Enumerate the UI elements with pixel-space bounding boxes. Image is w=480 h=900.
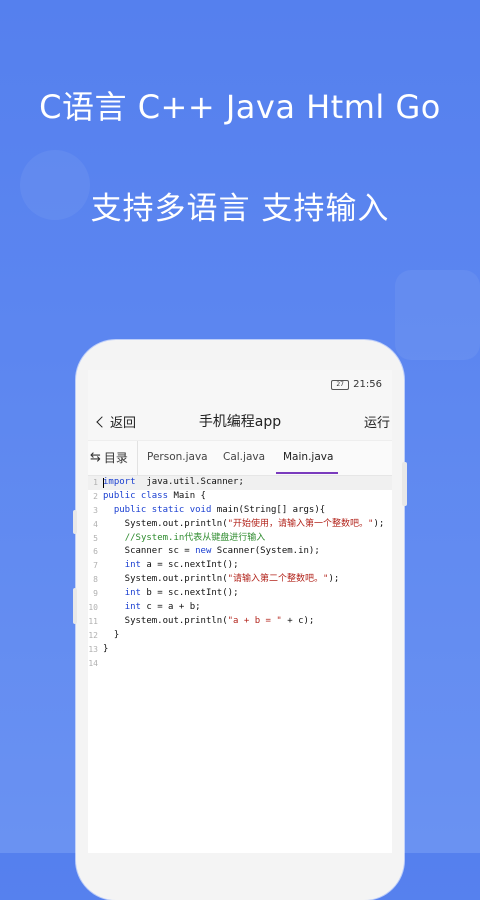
code-text: public class Main { <box>103 490 206 504</box>
phone-side-button <box>402 462 407 506</box>
code-line: 8 System.out.println("请输入第二个整数吧。"); <box>88 573 392 587</box>
code-token: System.out.println( <box>103 615 228 626</box>
code-keyword: public static void <box>113 504 212 515</box>
code-line: 2 public class Main { <box>88 490 392 504</box>
code-comment: //System.in代表从键盘进行输入 <box>124 532 266 543</box>
code-token: } <box>103 629 120 640</box>
line-number: 5 <box>93 533 98 543</box>
promo-headline-languages: C语言 C++ Java Html Go <box>39 88 441 126</box>
line-number: 4 <box>93 519 98 529</box>
line-number: 11 <box>88 616 98 626</box>
phone-screen: 27 21:56 返回 手机编程app 运行 ⇆ 目录 Person.java … <box>88 370 392 853</box>
code-keyword: int <box>124 602 141 613</box>
code-text: System.out.println("a + b = " + c); <box>103 615 315 629</box>
code-line: 7 int a = sc.nextInt(); <box>88 559 392 573</box>
code-editor[interactable]: 1 import java.util.Scanner; 2 public class … <box>88 476 392 670</box>
status-bar: 27 21:56 <box>88 370 392 400</box>
battery-icon: 27 <box>331 379 350 390</box>
line-number: 9 <box>93 589 98 599</box>
tab-cal-java[interactable]: Cal.java <box>223 451 265 463</box>
status-time: 21:56 <box>353 379 382 390</box>
divider <box>137 441 138 475</box>
code-token: ); <box>373 518 385 529</box>
tab-main-java[interactable]: Main.java <box>283 451 333 463</box>
code-token: System.out.println( <box>103 518 228 529</box>
code-line: 3 public static void main(String[] args)… <box>88 504 392 518</box>
tab-person-java[interactable]: Person.java <box>147 451 208 463</box>
code-string: "请输入第二个整数吧。" <box>227 574 329 585</box>
line-number: 7 <box>93 561 98 571</box>
swap-icon: ⇆ <box>90 450 101 465</box>
code-line: 6 Scanner sc = new Scanner(System.in); <box>88 545 392 559</box>
line-number: 14 <box>88 658 98 668</box>
code-token: Main { <box>168 490 206 501</box>
line-number: 8 <box>93 575 98 585</box>
code-text: } <box>103 643 108 657</box>
code-line: 5 //System.in代表从键盘进行输入 <box>88 532 392 546</box>
code-string: "开始使用，请输入第一个整数吧。" <box>227 518 374 529</box>
code-line: 13} <box>88 643 392 657</box>
code-line: 11 System.out.println("a + b = " + c); <box>88 615 392 629</box>
code-line: 12 } <box>88 629 392 643</box>
code-text: //System.in代表从键盘进行输入 <box>103 532 266 546</box>
code-text: public static void main(String[] args){ <box>103 504 325 518</box>
code-text: int b = sc.nextInt(); <box>103 587 239 601</box>
code-token: b = sc.nextInt(); <box>140 588 239 599</box>
code-keyword: public class <box>103 490 169 501</box>
code-text: System.out.println("开始使用，请输入第一个整数吧。"); <box>103 518 385 532</box>
run-button[interactable]: 运行 <box>364 412 390 431</box>
line-number: 3 <box>93 505 98 515</box>
app-title: 手机编程app <box>198 414 282 430</box>
code-token: main(String[] args){ <box>211 504 326 515</box>
directory-button[interactable]: ⇆ 目录 <box>90 449 128 466</box>
code-token: java.util.Scanner; <box>135 477 244 487</box>
code-token: c = a + b; <box>140 602 201 613</box>
code-text: Scanner sc = new Scanner(System.in); <box>103 545 320 559</box>
code-token: + c); <box>281 615 315 626</box>
code-text: int a = sc.nextInt(); <box>103 559 239 573</box>
code-text: import java.util.Scanner; <box>103 476 244 490</box>
code-keyword: new <box>195 546 212 557</box>
code-text: int c = a + b; <box>103 601 201 615</box>
code-line: 4 System.out.println("开始使用，请输入第一个整数吧。"); <box>88 518 392 532</box>
code-token: a = sc.nextInt(); <box>140 560 239 571</box>
file-tab-bar: ⇆ 目录 Person.java Cal.java Main.java <box>88 440 392 476</box>
code-line: 14 <box>88 657 392 671</box>
code-line: 1 import java.util.Scanner; <box>88 476 392 490</box>
line-number: 13 <box>88 644 98 654</box>
code-keyword: import <box>103 477 136 487</box>
code-line: 9 int b = sc.nextInt(); <box>88 587 392 601</box>
code-keyword: int <box>124 588 141 599</box>
directory-label: 目录 <box>103 451 128 465</box>
code-token: System.out.println( <box>103 574 228 585</box>
text-cursor <box>103 478 104 488</box>
code-line: 10 int c = a + b; <box>88 601 392 615</box>
code-token: } <box>103 643 109 654</box>
background-decoration <box>395 270 480 360</box>
line-number: 6 <box>93 547 98 557</box>
phone-side-button <box>73 510 77 534</box>
code-text: System.out.println("请输入第二个整数吧。"); <box>103 573 340 587</box>
promo-headline-features: 支持多语言 支持输入 <box>90 191 390 227</box>
active-tab-indicator <box>276 472 338 474</box>
phone-side-button <box>73 588 77 624</box>
code-token: ); <box>328 574 340 585</box>
code-text: } <box>103 629 119 643</box>
app-bar: 返回 手机编程app 运行 <box>88 400 392 440</box>
code-token: Scanner sc = <box>103 546 196 557</box>
code-keyword: int <box>124 560 141 571</box>
line-number: 12 <box>88 630 98 640</box>
line-number: 10 <box>88 603 98 613</box>
line-number: 1 <box>93 478 98 487</box>
line-number: 2 <box>93 491 98 501</box>
code-string: "a + b = " <box>227 615 282 626</box>
code-token: Scanner(System.in); <box>211 546 320 557</box>
